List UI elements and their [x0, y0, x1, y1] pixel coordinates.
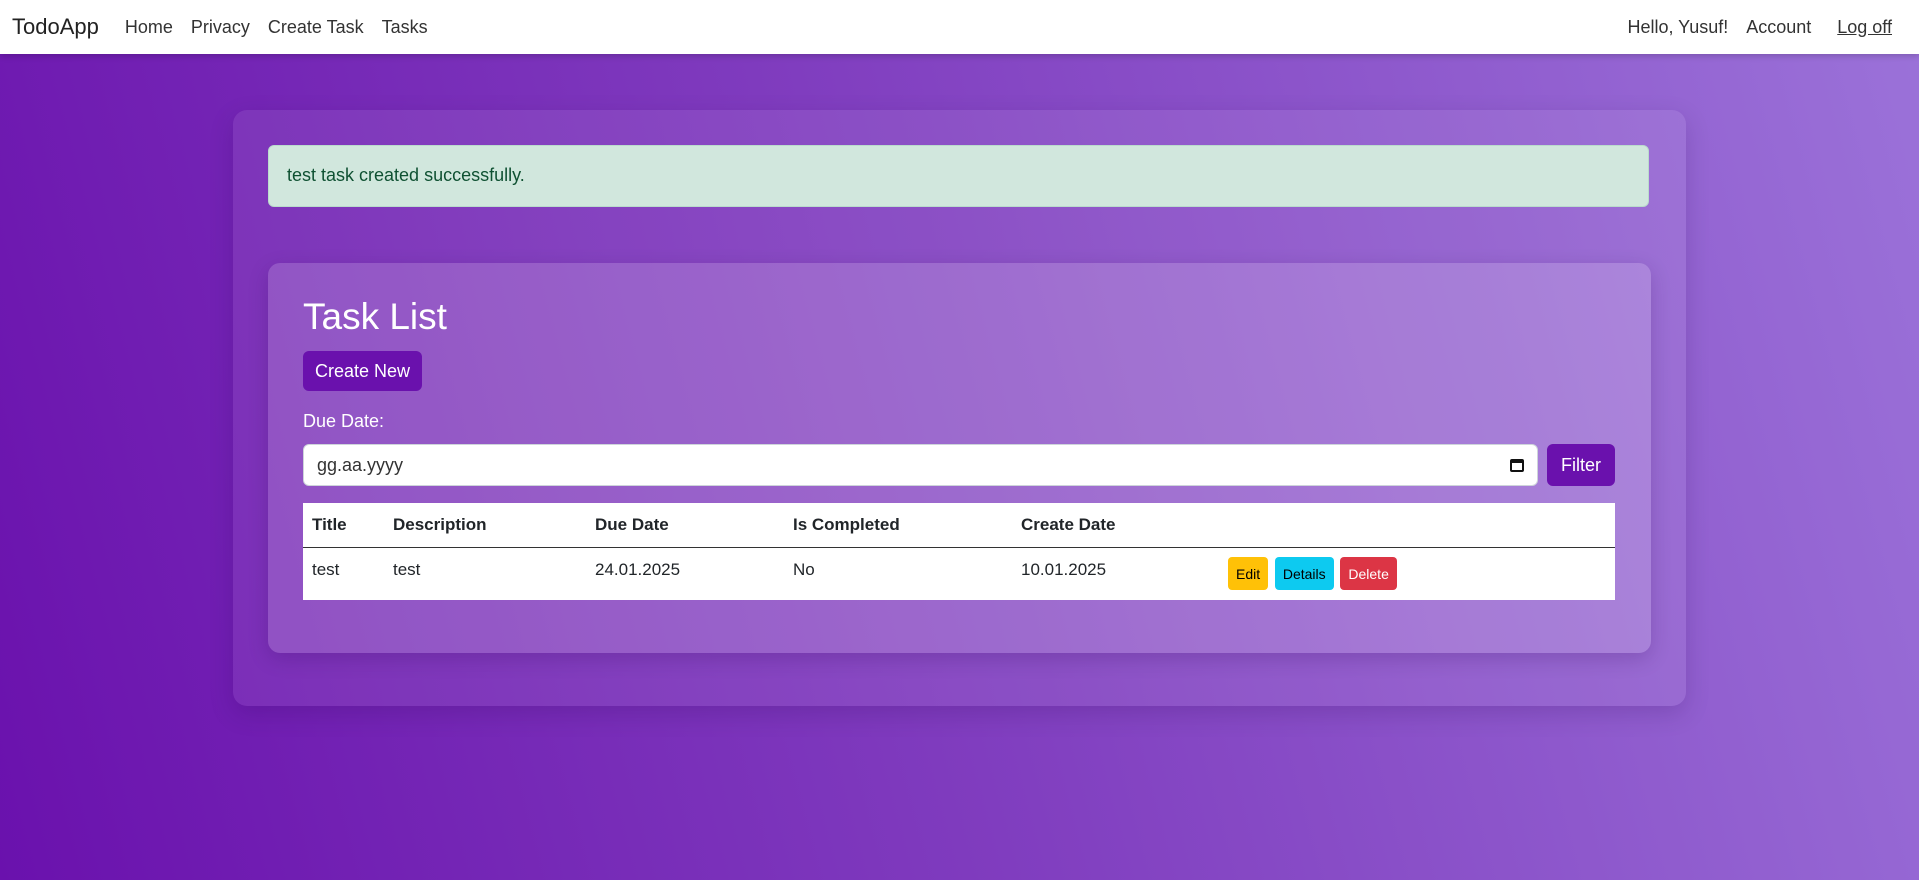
- header-create-date: Create Date: [1012, 503, 1219, 548]
- calendar-icon[interactable]: [1510, 458, 1524, 472]
- header-title: Title: [303, 503, 384, 548]
- due-date-input[interactable]: gg.aa.yyyy: [303, 444, 1538, 486]
- nav-user-area: Hello, Yusuf! Account Log off: [1627, 17, 1907, 38]
- table-row: test test 24.01.2025 No 10.01.2025 Edit …: [303, 547, 1615, 600]
- nav-privacy[interactable]: Privacy: [191, 17, 250, 38]
- cell-description: test: [393, 559, 421, 579]
- page-title: Task List: [303, 296, 447, 337]
- delete-button[interactable]: Delete: [1340, 557, 1397, 591]
- brand-link[interactable]: TodoApp: [12, 14, 99, 40]
- task-table: Title Description Due Date Is Completed …: [303, 503, 1615, 600]
- success-alert: test task created successfully.: [268, 145, 1649, 207]
- header-is-completed: Is Completed: [784, 503, 1012, 548]
- header-description: Description: [384, 503, 586, 548]
- cell-due-date: 24.01.2025: [595, 559, 681, 579]
- logoff-button[interactable]: Log off: [1837, 17, 1892, 38]
- create-new-button[interactable]: Create New: [303, 351, 422, 391]
- due-date-value: gg.aa.yyyy: [317, 454, 404, 475]
- cell-create-date: 10.01.2025: [1021, 559, 1107, 579]
- account-link[interactable]: Account: [1746, 17, 1811, 38]
- nav-tasks[interactable]: Tasks: [382, 17, 428, 38]
- cell-title: test: [312, 559, 340, 579]
- user-greeting: Hello, Yusuf!: [1627, 16, 1729, 37]
- nav-create-task[interactable]: Create Task: [268, 17, 364, 38]
- cell-is-completed: No: [793, 559, 815, 579]
- due-date-label: Due Date:: [303, 411, 385, 431]
- nav-home[interactable]: Home: [125, 17, 173, 38]
- top-navbar: TodoApp Home Privacy Create Task Tasks H…: [0, 0, 1919, 54]
- header-actions: [1219, 503, 1615, 548]
- details-button[interactable]: Details: [1274, 557, 1334, 591]
- cell-actions: Edit Details Delete: [1219, 547, 1615, 600]
- header-due-date: Due Date: [586, 503, 784, 548]
- edit-button[interactable]: Edit: [1228, 557, 1269, 591]
- table-header-row: Title Description Due Date Is Completed …: [303, 503, 1615, 548]
- filter-button[interactable]: Filter: [1547, 444, 1615, 486]
